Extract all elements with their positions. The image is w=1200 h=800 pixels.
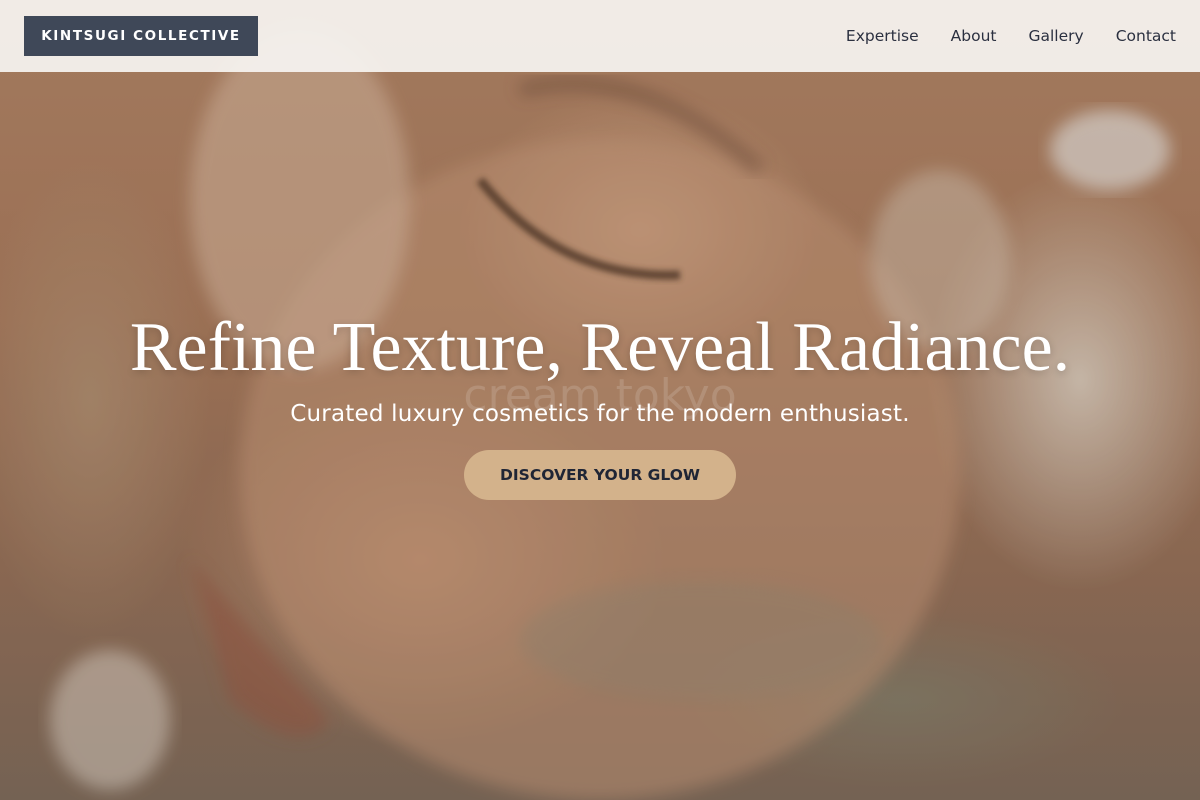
hero-subtitle: Curated luxury cosmetics for the modern … (290, 401, 910, 427)
nav-link-contact[interactable]: Contact (1116, 27, 1176, 45)
site-header: KINTSUGI COLLECTIVE Expertise About Gall… (0, 0, 1200, 72)
nav-link-expertise[interactable]: Expertise (846, 27, 919, 45)
hero-section: Refine Texture, Reveal Radiance. Curated… (0, 300, 1200, 500)
discover-your-glow-button[interactable]: DISCOVER YOUR GLOW (464, 450, 736, 500)
main-nav: Expertise About Gallery Contact (846, 0, 1176, 72)
hero-title: Refine Texture, Reveal Radiance. (129, 309, 1071, 386)
nav-link-about[interactable]: About (951, 27, 997, 45)
page: KINTSUGI COLLECTIVE Expertise About Gall… (0, 0, 1200, 800)
site-logo[interactable]: KINTSUGI COLLECTIVE (24, 16, 258, 56)
nav-link-gallery[interactable]: Gallery (1028, 27, 1083, 45)
